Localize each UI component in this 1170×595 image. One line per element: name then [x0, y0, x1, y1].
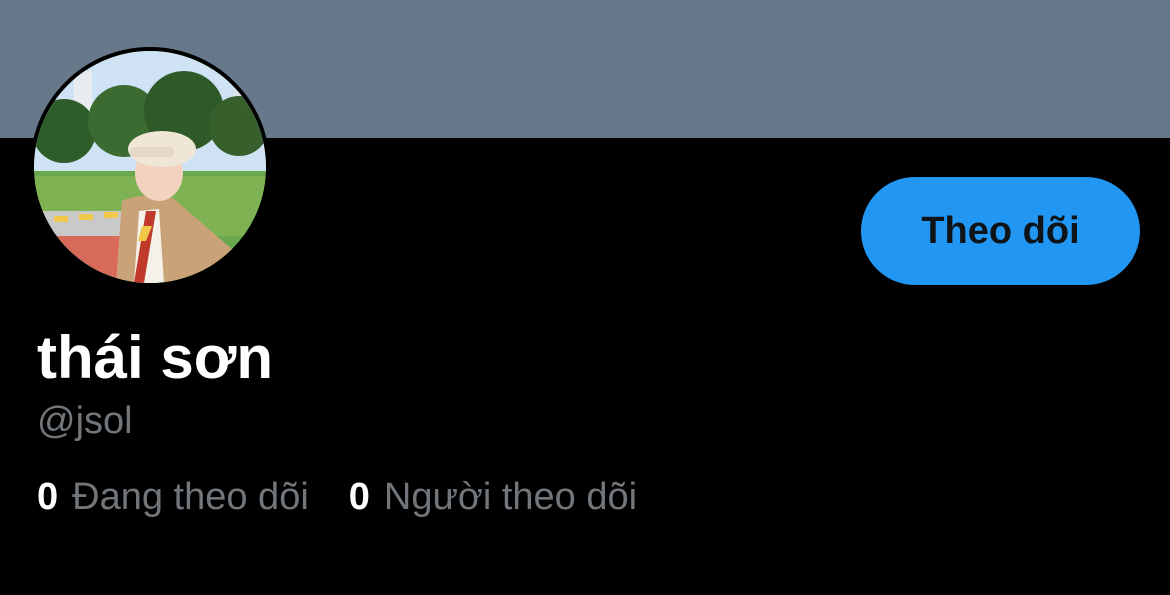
- avatar[interactable]: [30, 47, 270, 287]
- avatar-photo: [34, 51, 266, 283]
- username-handle: @jsol: [37, 400, 133, 442]
- following-label: Đang theo dõi: [72, 476, 309, 518]
- following-count: 0: [37, 476, 59, 518]
- followers-label: Người theo dõi: [383, 476, 638, 518]
- followers-count: 0: [348, 476, 370, 518]
- display-name: thái sơn: [37, 324, 274, 391]
- follow-button[interactable]: Theo dõi: [861, 177, 1140, 285]
- followers-stat-link[interactable]: 0 Người theo dõi: [349, 474, 637, 520]
- following-stat-link[interactable]: 0 Đang theo dõi: [37, 474, 309, 520]
- profile-header: Theo dõi thái sơn @jsol 0 Đang theo dõi …: [0, 0, 1170, 595]
- follow-stats: 0 Đang theo dõi 0 Người theo dõi: [37, 474, 677, 520]
